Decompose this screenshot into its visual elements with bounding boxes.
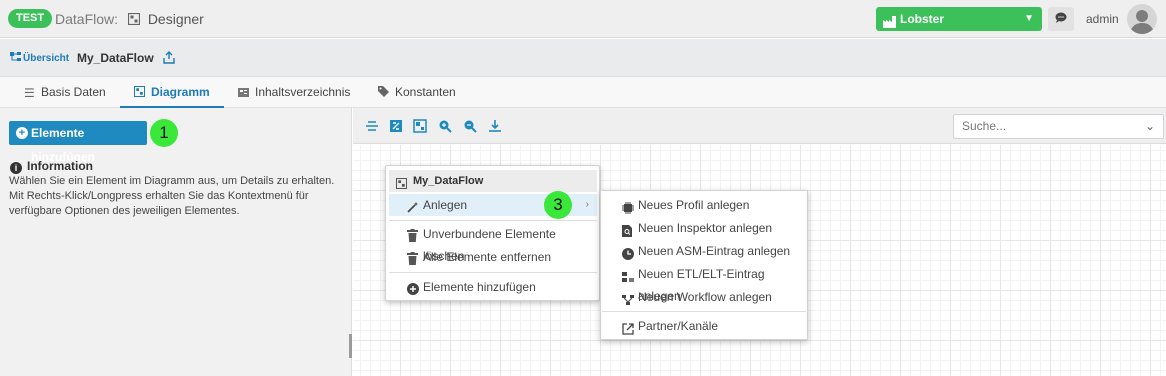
diagram-icon xyxy=(413,119,427,133)
tab-label: Konstanten xyxy=(395,85,456,99)
submenu-item-new-asm[interactable]: Neuen ASM-Eintrag anlegen xyxy=(602,240,806,262)
menu-item-label: Alle Elemente entfernen xyxy=(423,250,552,264)
context-menu-title: My_DataFlow xyxy=(389,170,597,192)
menu-item-remove-all[interactable]: Alle Elemente entfernen xyxy=(389,246,597,268)
context-menu-title-text: My_DataFlow xyxy=(413,175,484,187)
submenu-item-new-workflow[interactable]: Neuen Workflow anlegen xyxy=(602,286,806,308)
info-title: Information xyxy=(27,159,93,173)
tree-icon xyxy=(10,52,21,65)
submenu-item-new-profile[interactable]: Neues Profil anlegen xyxy=(602,194,806,216)
zoom-out-icon xyxy=(464,120,477,133)
tag-icon xyxy=(378,78,390,109)
submenu-item-label: Neues Profil anlegen xyxy=(638,198,750,212)
plus-circle-icon: + xyxy=(16,127,28,139)
flow-title: My_DataFlow xyxy=(77,51,154,65)
overview-link-label: Übersicht xyxy=(23,53,70,64)
wand-icon xyxy=(407,198,419,213)
chevron-right-icon: › xyxy=(585,199,589,210)
align-button[interactable] xyxy=(363,117,381,135)
export-button[interactable] xyxy=(163,51,175,67)
zoom-in-icon xyxy=(439,120,452,133)
tab-label: Basis Daten xyxy=(41,85,106,99)
submenu-item-new-inspector[interactable]: Neuen Inspektor anlegen xyxy=(602,217,806,239)
info-text: Wählen Sie ein Element im Diagramm aus, … xyxy=(9,175,335,217)
context-menu: My_DataFlow Anlegen › Unverbundene Eleme… xyxy=(385,165,600,301)
card-icon xyxy=(238,78,250,109)
diagram-icon xyxy=(133,78,146,109)
tab-label: Inhaltsverzeichnis xyxy=(255,85,351,99)
clock-icon xyxy=(622,245,634,260)
avatar[interactable] xyxy=(1127,4,1157,34)
download-button[interactable] xyxy=(486,117,504,135)
upload-icon xyxy=(163,51,175,64)
workflow-icon xyxy=(622,291,634,305)
submenu-item-label: Partner/Kanäle xyxy=(638,319,719,333)
top-bar: TEST DataFlow: Designer Lobster ▼ admin xyxy=(0,0,1166,38)
chat-button[interactable] xyxy=(1048,7,1074,31)
trash-icon xyxy=(407,250,419,265)
submenu-anlegen: Neues Profil anlegen Neuen Inspektor anl… xyxy=(600,190,808,340)
factory-icon xyxy=(883,12,896,36)
blocks-icon xyxy=(622,268,634,282)
plus-circle-icon xyxy=(407,280,419,295)
chevron-down-icon: ▼ xyxy=(1024,13,1034,24)
external-link-icon xyxy=(622,320,634,335)
submenu-item-label: Neuen Inspektor anlegen xyxy=(638,221,773,235)
zoom-in-button[interactable] xyxy=(436,117,454,135)
zoom-out-button[interactable] xyxy=(461,117,479,135)
org-select-value: Lobster xyxy=(900,12,945,26)
user-name[interactable]: admin xyxy=(1086,12,1119,26)
menu-item-label: Elemente hinzufügen xyxy=(423,280,536,294)
list-icon: ☰ xyxy=(24,86,35,100)
fit-button[interactable] xyxy=(387,117,405,135)
app-title: DataFlow: Designer xyxy=(55,11,204,27)
download-icon xyxy=(489,120,501,132)
chevron-down-icon: ⌄ xyxy=(1144,119,1155,133)
chat-icon xyxy=(1055,12,1067,27)
tab-diagramm[interactable]: Diagramm xyxy=(120,77,224,108)
expand-icon xyxy=(390,120,402,132)
org-select[interactable]: Lobster ▼ xyxy=(876,7,1042,31)
add-elements-button[interactable]: + Elemente hinzufügen xyxy=(9,121,147,164)
tab-label: Diagramm xyxy=(151,85,210,99)
trash-icon xyxy=(407,227,419,242)
overview-link[interactable]: Übersicht xyxy=(10,52,69,65)
submenu-item-new-etl[interactable]: Neuen ETL/ELT-Eintrag anlegen xyxy=(602,263,806,303)
menu-item-delete-unconnected[interactable]: Unverbundene Elemente löschen xyxy=(389,223,597,263)
menu-item-add-elements[interactable]: Elemente hinzufügen xyxy=(389,276,597,298)
menu-divider xyxy=(389,220,597,221)
left-panel: + Elemente hinzufügen 1 i Information Wäh… xyxy=(0,108,352,376)
step-marker-1: 1 xyxy=(150,119,178,147)
tab-inhaltsverzeichnis[interactable]: Inhaltsverzeichnis xyxy=(238,77,350,108)
overview-button[interactable] xyxy=(411,117,429,135)
step-marker-3: 3 xyxy=(544,191,572,219)
diagram-icon xyxy=(127,12,141,26)
tab-konstanten[interactable]: Konstanten xyxy=(378,77,456,108)
submenu-item-partner-channels[interactable]: Partner/Kanäle xyxy=(602,315,806,337)
submenu-item-label: Neuen ASM-Eintrag anlegen xyxy=(638,244,791,258)
search-placeholder: Suche... xyxy=(962,119,1007,133)
menu-divider xyxy=(389,272,597,273)
submenu-item-label: Neuen Workflow anlegen xyxy=(638,290,772,304)
info-heading: i Information xyxy=(10,159,93,174)
align-icon xyxy=(366,121,378,131)
chip-icon xyxy=(622,199,634,214)
panel-splitter-handle[interactable] xyxy=(349,334,352,358)
tab-bar: ☰ Basis Daten Diagramm Inhaltsverzeichnis… xyxy=(0,77,1166,108)
info-icon: i xyxy=(10,162,22,174)
tab-basis-daten[interactable]: ☰ Basis Daten xyxy=(24,77,106,108)
breadcrumb: Übersicht My_DataFlow xyxy=(0,39,1166,77)
search-select[interactable]: Suche... ⌄ xyxy=(953,114,1164,139)
page-name: Designer xyxy=(147,11,204,27)
menu-divider xyxy=(602,311,806,312)
app-name: DataFlow: xyxy=(55,11,119,27)
env-badge: TEST xyxy=(8,9,53,28)
search-doc-icon xyxy=(622,222,634,237)
menu-item-label: Anlegen xyxy=(423,198,468,212)
